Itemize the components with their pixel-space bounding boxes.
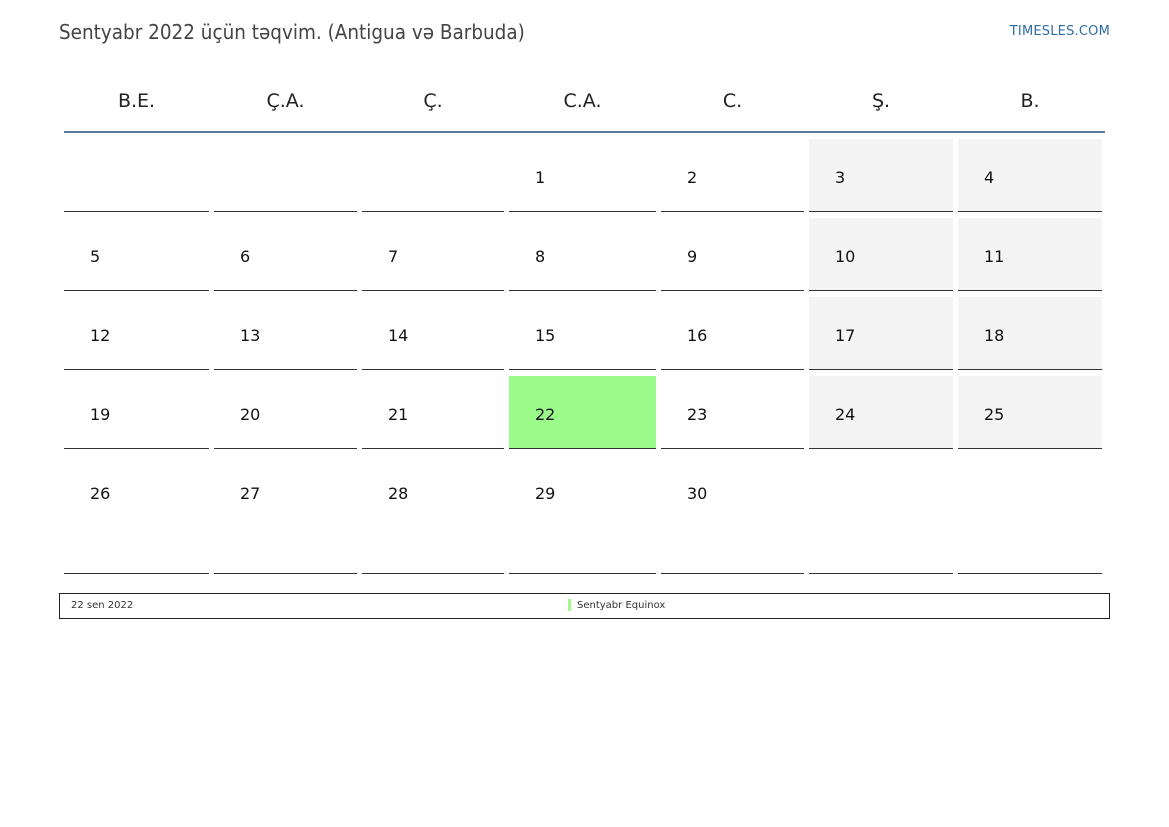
day-number: 14 (388, 326, 409, 345)
day-cell[interactable]: 30 (661, 455, 804, 574)
week-row: 12 13 14 15 16 17 18 (64, 297, 1105, 370)
day-number: 17 (835, 326, 856, 345)
day-number: 6 (240, 247, 251, 266)
day-number: 29 (535, 484, 556, 503)
day-number: 9 (687, 247, 698, 266)
day-number: 18 (984, 326, 1005, 345)
day-number: 12 (90, 326, 111, 345)
day-cell-empty (809, 455, 953, 574)
day-number: 28 (388, 484, 409, 503)
day-cell[interactable]: 5 (64, 218, 209, 291)
day-cell[interactable]: 12 (64, 297, 209, 370)
day-cell-holiday[interactable]: 22 (509, 376, 656, 449)
day-cell[interactable]: 6 (214, 218, 357, 291)
day-number: 25 (984, 405, 1005, 424)
day-number: 1 (535, 168, 546, 187)
day-number: 16 (687, 326, 708, 345)
weekday-header: B.E. Ç.A. Ç. C.A. C. Ş. B. (64, 70, 1105, 133)
day-cell[interactable]: 19 (64, 376, 209, 449)
legend-date: 22 sen 2022 (71, 600, 134, 611)
week-row: 26 27 28 29 30 (64, 455, 1105, 574)
holiday-color-marker (568, 599, 571, 611)
day-cell-weekend[interactable]: 17 (809, 297, 953, 370)
day-number: 5 (90, 247, 101, 266)
page-title: Sentyabr 2022 üçün təqvim. (Antigua və B… (59, 20, 525, 44)
day-cell[interactable]: 21 (362, 376, 504, 449)
day-number: 3 (835, 168, 846, 187)
day-cell[interactable]: 9 (661, 218, 804, 291)
weekday-label: C.A. (563, 89, 602, 112)
day-number: 19 (90, 405, 111, 424)
day-cell-empty (362, 139, 504, 212)
day-cell[interactable]: 29 (509, 455, 656, 574)
day-cell-weekend[interactable]: 10 (809, 218, 953, 291)
day-number: 21 (388, 405, 409, 424)
day-number: 2 (687, 168, 698, 187)
day-cell-empty (64, 139, 209, 212)
weekday-label: C. (722, 89, 743, 112)
day-cell[interactable]: 16 (661, 297, 804, 370)
day-cell-empty (214, 139, 357, 212)
day-cell[interactable]: 15 (509, 297, 656, 370)
day-number: 7 (388, 247, 399, 266)
day-number: 10 (835, 247, 856, 266)
weekday-label: B.E. (117, 89, 156, 112)
day-cell-weekend[interactable]: 18 (958, 297, 1102, 370)
day-cell-weekend[interactable]: 11 (958, 218, 1102, 291)
day-cell-empty (958, 455, 1102, 574)
legend-event-label: Sentyabr Equinox (577, 599, 666, 611)
day-number: 27 (240, 484, 261, 503)
day-number: 13 (240, 326, 261, 345)
day-number: 20 (240, 405, 261, 424)
weekday-label: Ç. (423, 89, 443, 112)
day-cell[interactable]: 27 (214, 455, 357, 574)
calendar-grid: B.E. Ç.A. Ç. C.A. C. Ş. B. 1 2 3 4 5 6 7… (64, 70, 1105, 574)
week-row: 19 20 21 22 23 24 25 (64, 376, 1105, 449)
day-cell[interactable]: 14 (362, 297, 504, 370)
day-number: 23 (687, 405, 708, 424)
weekday-label: Ç.A. (266, 89, 305, 112)
day-cell-weekend[interactable]: 3 (809, 139, 953, 212)
day-number: 24 (835, 405, 856, 424)
day-number: 26 (90, 484, 111, 503)
weekday-label: Ş. (871, 89, 891, 112)
day-cell[interactable]: 1 (509, 139, 656, 212)
day-cell[interactable]: 2 (661, 139, 804, 212)
day-cell-weekend[interactable]: 4 (958, 139, 1102, 212)
day-number: 22 (535, 405, 556, 424)
day-number: 30 (687, 484, 708, 503)
day-cell[interactable]: 20 (214, 376, 357, 449)
weekday-label: B. (1020, 89, 1040, 112)
holiday-legend: 22 sen 2022 Sentyabr Equinox (59, 593, 1110, 619)
day-cell[interactable]: 8 (509, 218, 656, 291)
day-cell[interactable]: 28 (362, 455, 504, 574)
day-cell[interactable]: 13 (214, 297, 357, 370)
week-row: 5 6 7 8 9 10 11 (64, 218, 1105, 291)
day-number: 15 (535, 326, 556, 345)
day-number: 4 (984, 168, 995, 187)
week-row: 1 2 3 4 (64, 139, 1105, 212)
day-number: 8 (535, 247, 546, 266)
day-cell-weekend[interactable]: 24 (809, 376, 953, 449)
legend-event: Sentyabr Equinox (568, 599, 665, 611)
day-cell[interactable]: 7 (362, 218, 504, 291)
day-cell-weekend[interactable]: 25 (958, 376, 1102, 449)
day-number: 11 (984, 247, 1005, 266)
day-cell[interactable]: 26 (64, 455, 209, 574)
brand-link[interactable]: TIMESLES.COM (1010, 24, 1110, 39)
day-cell[interactable]: 23 (661, 376, 804, 449)
